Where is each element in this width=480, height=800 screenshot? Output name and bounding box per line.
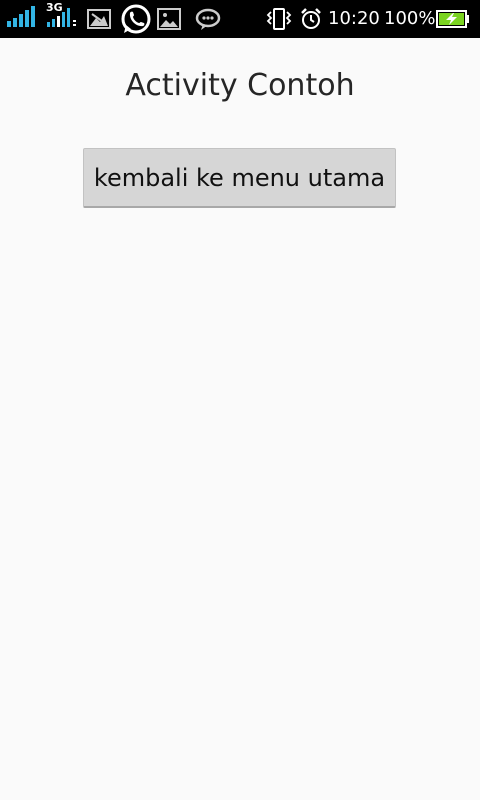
battery-charging-icon [436,10,469,28]
status-bar: 3G 10:20 100% [0,0,480,38]
battery-percent: 100% [384,8,436,29]
chat-notification-icon [195,8,221,30]
vibrate-icon [266,8,292,30]
gallery-notification-icon [87,9,111,29]
back-to-main-menu-button[interactable]: kembali ke menu utama [83,148,396,208]
signal-3g-icon: 3G [44,0,78,38]
image-notification-icon [157,8,181,30]
clock: 10:20 [328,8,380,29]
alarm-icon [301,8,321,29]
whatsapp-icon [121,4,151,34]
page-title: Activity Contoh [125,68,355,103]
signal-icon [7,6,35,27]
